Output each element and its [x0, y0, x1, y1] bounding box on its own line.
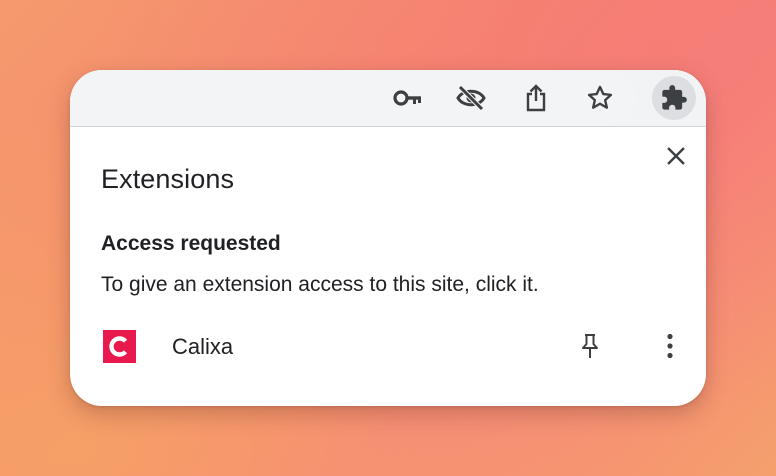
more-options-button[interactable]	[654, 330, 686, 362]
eye-off-icon[interactable]	[455, 82, 487, 114]
pin-button[interactable]	[574, 330, 606, 362]
puzzle-icon	[660, 84, 688, 112]
panel-title: Extensions	[101, 164, 235, 194]
section-description: To give an extension access to this site…	[101, 273, 539, 296]
share-icon[interactable]	[520, 82, 552, 114]
star-icon[interactable]	[584, 82, 616, 114]
extension-name: Calixa	[172, 334, 234, 359]
key-icon[interactable]	[392, 82, 424, 114]
extension-item-calixa[interactable]: Calixa	[90, 322, 696, 370]
more-vert-icon	[666, 333, 674, 359]
extensions-button[interactable]	[652, 76, 696, 120]
pin-icon	[580, 333, 600, 359]
browser-toolbar	[70, 70, 706, 127]
section-heading: Access requested	[101, 232, 281, 255]
extensions-popup-window: Extensions Access requested To give an e…	[70, 70, 706, 406]
close-button[interactable]	[662, 142, 690, 170]
calixa-logo-icon	[103, 330, 136, 363]
close-icon	[666, 146, 686, 166]
